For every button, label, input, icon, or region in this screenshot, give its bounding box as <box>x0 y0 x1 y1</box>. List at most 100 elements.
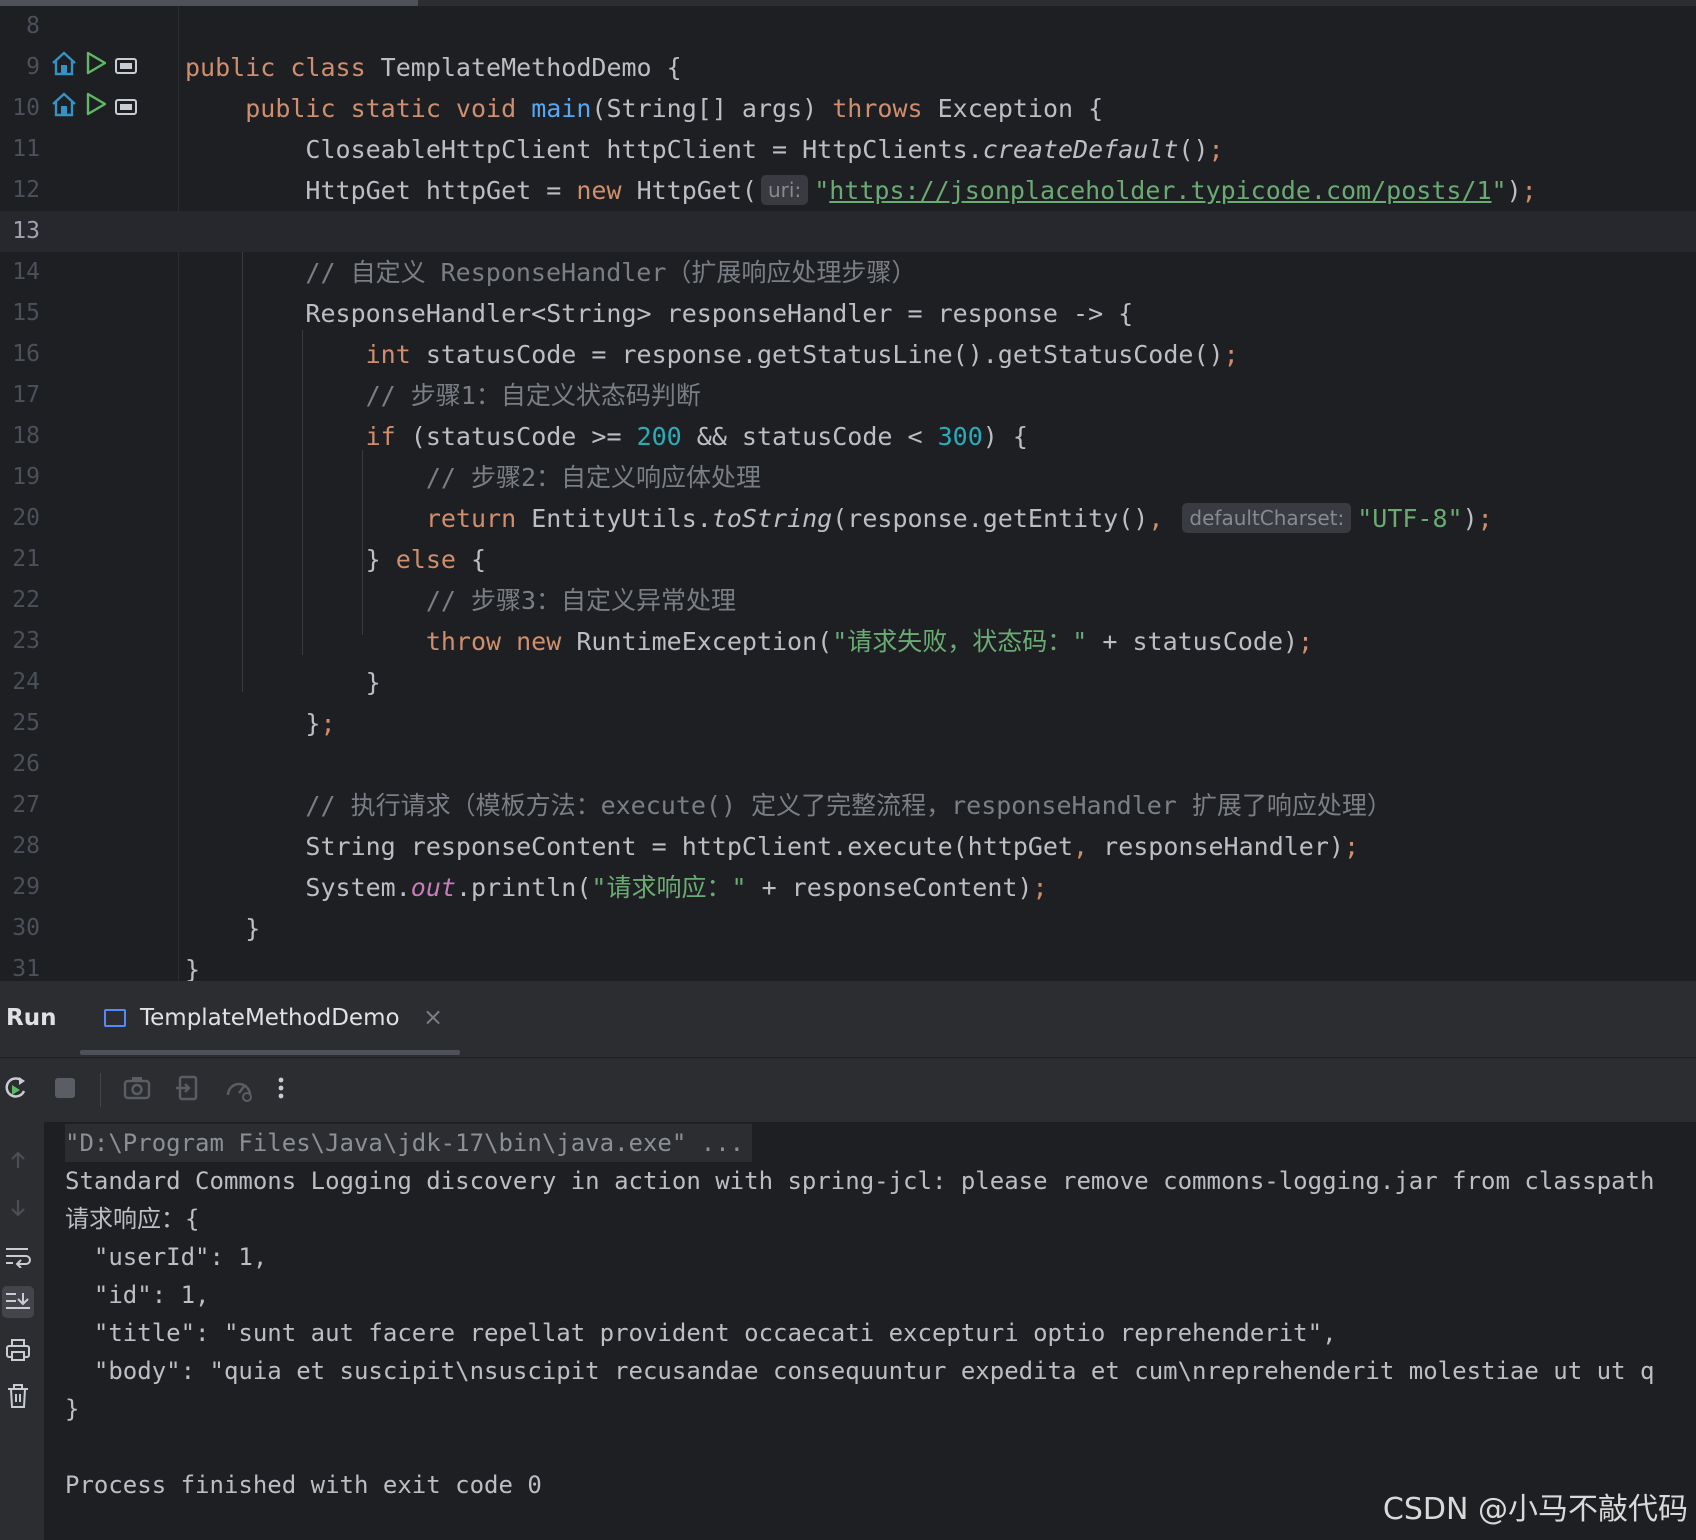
line-number: 25 <box>12 710 40 736</box>
line-number: 29 <box>12 874 40 900</box>
code-line[interactable]: 12 HttpGet httpGet = new HttpGet(uri: "ht… <box>0 170 1696 211</box>
line-number: 12 <box>12 177 40 203</box>
console-line: Process finished with exit code 0 <box>65 1471 542 1499</box>
profiler-icon[interactable] <box>223 1073 255 1107</box>
line-number: 17 <box>12 382 40 408</box>
code-line[interactable]: 11 CloseableHttpClient httpClient = Http… <box>0 129 1696 170</box>
line-number: 14 <box>12 259 40 285</box>
console-line: "id": 1, <box>65 1281 210 1309</box>
code-text[interactable]: public static void main(String[] args) t… <box>185 88 1103 129</box>
code-text[interactable]: throw new RuntimeException("请求失败，状态码：" +… <box>185 621 1313 662</box>
code-line[interactable]: 10 public static void main(String[] args… <box>0 88 1696 129</box>
scroll-to-end-icon[interactable] <box>2 1286 34 1318</box>
line-number: 24 <box>12 669 40 695</box>
run-gutter-icon[interactable] <box>84 88 108 129</box>
code-line[interactable]: 26 <box>0 744 1696 785</box>
code-text[interactable]: CloseableHttpClient httpClient = HttpCli… <box>185 129 1223 170</box>
line-number: 18 <box>12 423 40 449</box>
code-text[interactable]: // 执行请求（模板方法：execute() 定义了完整流程，responseH… <box>185 785 1392 826</box>
down-arrow-icon[interactable] <box>2 1192 34 1224</box>
line-number: 27 <box>12 792 40 818</box>
line-number: 15 <box>12 300 40 326</box>
tab-template-method-demo[interactable]: TemplateMethodDemo × <box>80 981 460 1057</box>
code-text[interactable]: // 步骤2：自定义响应体处理 <box>185 457 761 498</box>
code-text[interactable]: // 自定义 ResponseHandler（扩展响应处理步骤） <box>185 252 916 293</box>
soft-wrap-icon[interactable] <box>2 1240 34 1272</box>
run-label: Run <box>6 1005 57 1031</box>
rerun-icon[interactable] <box>2 1073 30 1107</box>
gutter-actions <box>50 47 138 88</box>
line-number: 21 <box>12 546 40 572</box>
code-line[interactable]: 28 String responseContent = httpClient.e… <box>0 826 1696 867</box>
code-line[interactable]: 21 } else { <box>0 539 1696 580</box>
line-number: 8 <box>26 13 40 39</box>
line-number: 23 <box>12 628 40 654</box>
code-line[interactable]: 24 } <box>0 662 1696 703</box>
code-text[interactable]: System.out.println("请求响应：" + responseCon… <box>185 867 1047 908</box>
console-line: } <box>65 1395 80 1423</box>
code-line[interactable]: 13 <box>0 211 1696 252</box>
coverage-gutter-icon[interactable] <box>114 47 138 88</box>
close-icon[interactable]: × <box>423 1003 443 1031</box>
code-line[interactable]: 19 // 步骤2：自定义响应体处理 <box>0 457 1696 498</box>
code-text[interactable]: } else { <box>185 539 486 580</box>
console-side-toolbar <box>0 1122 44 1540</box>
code-text[interactable]: } <box>185 662 381 703</box>
print-icon[interactable] <box>2 1334 34 1366</box>
code-text[interactable]: return EntityUtils.toString(response.get… <box>185 498 1493 539</box>
line-number: 22 <box>12 587 40 613</box>
code-line[interactable]: 17 // 步骤1：自定义状态码判断 <box>0 375 1696 416</box>
more-icon[interactable] <box>275 1073 287 1107</box>
code-text[interactable]: // 步骤3：自定义异常处理 <box>185 580 736 621</box>
code-text[interactable]: HttpGet httpGet = new HttpGet(uri: "https… <box>185 170 1537 211</box>
code-line[interactable]: 30 } <box>0 908 1696 949</box>
tab-title: TemplateMethodDemo <box>140 1005 400 1031</box>
run-tab-bar: Run TemplateMethodDemo × <box>0 981 1696 1058</box>
code-line[interactable]: 23 throw new RuntimeException("请求失败，状态码：… <box>0 621 1696 662</box>
code-line[interactable]: 14 // 自定义 ResponseHandler（扩展响应处理步骤） <box>0 252 1696 293</box>
line-number: 9 <box>26 54 40 80</box>
toolbar-separator <box>100 1073 101 1107</box>
up-arrow-icon[interactable] <box>2 1144 34 1176</box>
watermark: CSDN @小马不敲代码 <box>1382 1492 1688 1527</box>
screenshot-icon[interactable] <box>121 1073 153 1107</box>
coverage-gutter-icon[interactable] <box>114 88 138 129</box>
code-text[interactable]: // 步骤1：自定义状态码判断 <box>185 375 701 416</box>
stop-icon[interactable] <box>50 1073 80 1107</box>
code-text[interactable]: public class TemplateMethodDemo { <box>185 47 682 88</box>
console-line: Standard Commons Logging discovery in ac… <box>65 1167 1655 1195</box>
run-toolbar <box>0 1058 1696 1122</box>
code-line[interactable]: 18 if (statusCode >= 200 && statusCode <… <box>0 416 1696 457</box>
code-text[interactable]: String responseContent = httpClient.exec… <box>185 826 1359 867</box>
code-line[interactable]: 31} <box>0 949 1696 981</box>
line-number: 31 <box>12 956 40 981</box>
run-tool-window: Run TemplateMethodDemo × "D:\Program Fil… <box>0 981 1696 1540</box>
line-number: 16 <box>12 341 40 367</box>
code-line[interactable]: 15 ResponseHandler<String> responseHandl… <box>0 293 1696 334</box>
trash-icon[interactable] <box>2 1380 34 1412</box>
debug-gutter-icon[interactable] <box>50 88 78 129</box>
code-line[interactable]: 20 return EntityUtils.toString(response.… <box>0 498 1696 539</box>
code-editor[interactable]: 8 9 public class TemplateMethodDemo {10 pu… <box>0 0 1696 981</box>
export-icon[interactable] <box>173 1073 203 1107</box>
code-text[interactable]: } <box>185 908 260 949</box>
code-line[interactable]: 27 // 执行请求（模板方法：execute() 定义了完整流程，respon… <box>0 785 1696 826</box>
console-output[interactable]: "D:\Program Files\Java\jdk-17\bin\java.e… <box>44 1122 1696 1540</box>
debug-gutter-icon[interactable] <box>50 47 78 88</box>
code-line[interactable]: 22 // 步骤3：自定义异常处理 <box>0 580 1696 621</box>
code-text[interactable]: ResponseHandler<String> responseHandler … <box>185 293 1133 334</box>
code-text[interactable]: if (statusCode >= 200 && statusCode < 30… <box>185 416 1028 457</box>
code-line[interactable]: 16 int statusCode = response.getStatusLi… <box>0 334 1696 375</box>
console-line: 请求响应：{ <box>65 1205 200 1233</box>
code-line[interactable]: 8 <box>0 6 1696 47</box>
code-lines[interactable]: 8 9 public class TemplateMethodDemo {10 pu… <box>0 6 1696 981</box>
code-line[interactable]: 9 public class TemplateMethodDemo { <box>0 47 1696 88</box>
code-text[interactable]: } <box>185 949 200 981</box>
code-text[interactable]: }; <box>185 703 335 744</box>
code-text[interactable]: int statusCode = response.getStatusLine(… <box>185 334 1239 375</box>
line-number: 11 <box>12 136 40 162</box>
code-line[interactable]: 29 System.out.println("请求响应：" + response… <box>0 867 1696 908</box>
code-line[interactable]: 25 }; <box>0 703 1696 744</box>
run-gutter-icon[interactable] <box>84 47 108 88</box>
line-number: 30 <box>12 915 40 941</box>
